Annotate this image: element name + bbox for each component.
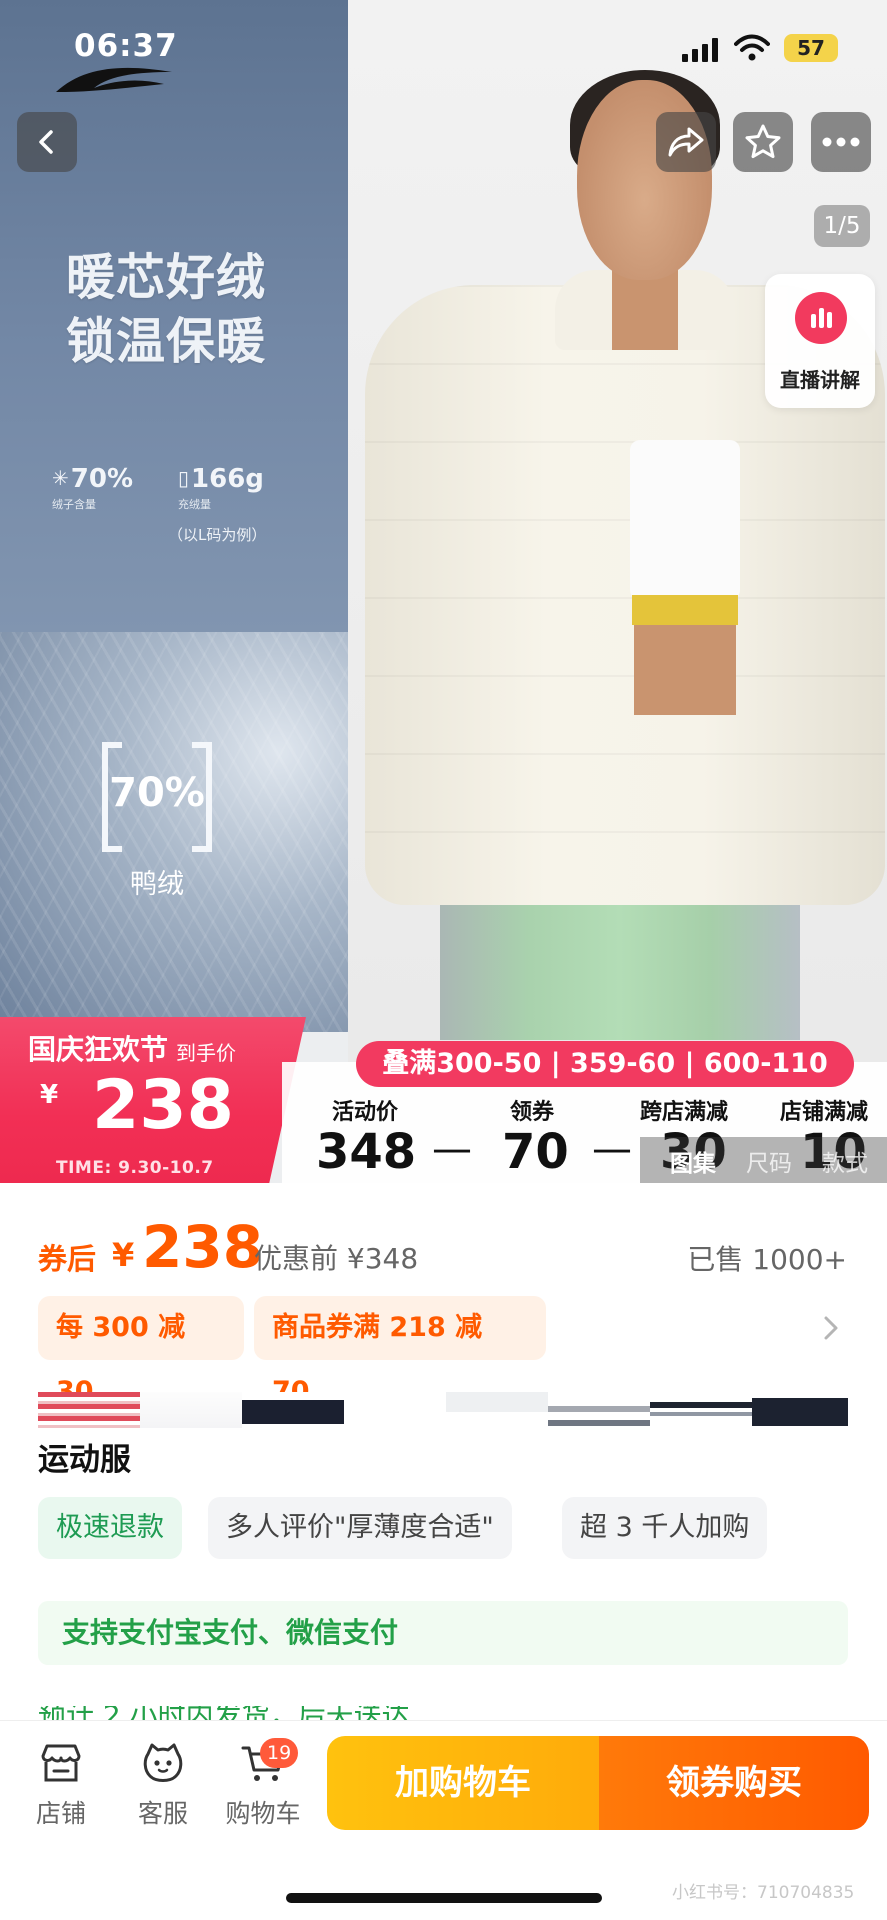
shop-button[interactable]: 店铺 (16, 1740, 106, 1830)
calc-minus: — (432, 1126, 472, 1172)
festival-subtitle: 到手价 (176, 1041, 236, 1065)
add-to-cart-button[interactable]: 加购物车 (327, 1736, 599, 1830)
spec-caption: 充绒量 (178, 498, 211, 511)
share-icon (668, 127, 704, 157)
original-price: 优惠前 ¥348 (254, 1242, 419, 1275)
watermark: 小红书号：710704835 (672, 1883, 855, 1903)
fast-refund-tag[interactable]: 极速退款 (38, 1497, 182, 1559)
stacking-discount-banner: 叠满300-50 | 359-60 | 600-110 (356, 1041, 854, 1087)
cart-count-tag[interactable]: 超 3 千人加购 (562, 1497, 768, 1559)
shop-icon (41, 1744, 81, 1782)
signal-icon (682, 38, 718, 62)
payment-support-bar: 支持支付宝支付、微信支付 (38, 1601, 848, 1665)
image-page-indicator: 1/5 (814, 205, 870, 247)
product-title: 运动服 (38, 1442, 131, 1478)
spec-down-content: ✳70% 绒子含量 (52, 464, 133, 512)
tab-size[interactable]: 尺码 (746, 1144, 792, 1178)
headline-line-2: 锁温保暖 (66, 313, 267, 370)
coupon-chip[interactable]: 商品券满 218 减 70 (254, 1296, 546, 1407)
status-time: 06:37 (74, 28, 178, 64)
top-band (632, 595, 738, 625)
calc-value-activity: 348 (316, 1124, 417, 1180)
service-face-icon (143, 1743, 183, 1782)
live-explain-button[interactable]: 直播讲解 (765, 274, 875, 408)
down-label: 鸭绒 (130, 869, 184, 900)
tab-style[interactable]: 款式 (822, 1144, 868, 1178)
service-label: 客服 (137, 1799, 188, 1828)
home-indicator[interactable] (286, 1893, 602, 1903)
cart-label: 购物车 (225, 1799, 301, 1828)
favorite-button[interactable] (733, 112, 793, 172)
model-top (630, 440, 740, 600)
spec-value: 166g (191, 464, 264, 494)
festival-price: 238 (92, 1066, 234, 1145)
down-percent: 70% (109, 770, 205, 816)
live-bars-icon (795, 292, 847, 344)
calc-label-activity: 活动价 (332, 1100, 399, 1125)
model-face (577, 80, 712, 280)
shop-label: 店铺 (35, 1799, 86, 1828)
headline-line-1: 暖芯好绒 (66, 249, 267, 306)
customer-service-button[interactable]: 客服 (118, 1740, 208, 1830)
spec-fill-weight: ▯166g 充绒量 (178, 464, 264, 512)
cart-count-badge: 19 (260, 1738, 299, 1768)
wifi-icon (734, 34, 770, 61)
cup-icon: ▯ (178, 466, 190, 490)
more-button[interactable] (811, 112, 871, 172)
spec-value: 70% (70, 464, 133, 494)
calc-label-cross-store: 跨店满减 (640, 1100, 729, 1125)
product-image-gallery[interactable]: 暖芯好绒 锁温保暖 ✳70% 绒子含量 ▯166g 充绒量 （以L码为例） 70… (0, 0, 887, 1183)
calc-minus: — (592, 1126, 632, 1172)
after-coupon-price: 238 (142, 1213, 264, 1281)
festival-currency: ¥ (40, 1080, 59, 1110)
model-waist (634, 625, 736, 715)
currency-symbol: ¥ (112, 1236, 135, 1274)
coupon-chip[interactable]: 每 300 减 30 (38, 1296, 244, 1407)
live-explain-label: 直播讲解 (780, 368, 860, 392)
star-icon (745, 124, 781, 159)
calc-label-coupon: 领券 (510, 1100, 555, 1125)
chevron-left-icon (39, 130, 53, 154)
back-button[interactable] (17, 112, 77, 172)
festival-time: TIME: 9.30-10.7 (56, 1158, 214, 1178)
tab-gallery[interactable]: 图集 (670, 1144, 716, 1178)
hero-headline: 暖芯好绒 锁温保暖 (66, 246, 316, 374)
buy-with-coupon-button[interactable]: 领券购买 (599, 1736, 869, 1830)
sold-count: 已售 1000+ (687, 1243, 847, 1276)
chevron-right-icon[interactable] (818, 1314, 842, 1342)
sparkle-icon: ✳ (52, 466, 69, 490)
battery-indicator: 57 (784, 34, 838, 62)
brand-logo (56, 67, 172, 92)
review-tag[interactable]: 多人评价"厚薄度合适" (208, 1497, 512, 1559)
spec-note: （以L码为例） (168, 526, 267, 544)
calc-label-store: 店铺满减 (780, 1100, 869, 1125)
share-button[interactable] (656, 112, 716, 172)
spec-caption: 绒子含量 (52, 498, 96, 511)
calc-value-coupon: 70 (502, 1124, 569, 1180)
more-dots-icon (822, 137, 860, 147)
festival-title: 国庆狂欢节 (28, 1033, 169, 1066)
after-coupon-label: 券后 (38, 1242, 97, 1276)
pixelated-title-text (38, 1392, 848, 1428)
